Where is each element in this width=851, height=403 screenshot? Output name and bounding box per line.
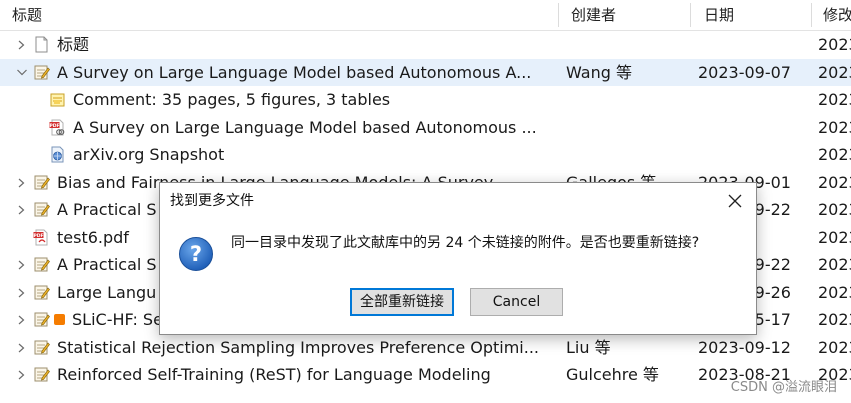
pdf-icon: PDF [33,229,50,246]
journal-article-icon [33,64,50,81]
item-row[interactable]: PDF A Survey on Large Language Model base… [0,114,851,141]
item-date [698,86,808,113]
relink-all-button[interactable]: 全部重新链接 [350,288,454,316]
expand-chevron-icon[interactable] [16,279,28,306]
item-modified: 2023 [818,145,851,164]
item-row[interactable]: Statistical Rejection Sampling Improves … [0,334,851,361]
find-more-files-dialog: 找到更多文件 ? 同一目录中发现了此文献库中的另 24 个未链接的附件。是否也要… [159,182,757,335]
item-title: arXiv.org Snapshot [73,145,225,164]
svg-text:PDF: PDF [33,233,43,239]
item-creator: Gulcehre 等 [566,365,659,384]
collapse-chevron-icon[interactable] [16,59,28,86]
journal-article-icon [33,284,50,301]
item-modified: 2023 [818,62,851,82]
dialog-body: ? 同一目录中发现了此文献库中的另 24 个未链接的附件。是否也要重新链接? 全… [160,219,756,334]
item-modified: 2023 [818,337,851,357]
column-divider[interactable] [811,3,812,27]
item-modified: 2023 [818,255,851,274]
expand-chevron-icon[interactable] [16,196,28,223]
item-row[interactable]: 标题 2023 [0,31,851,58]
column-creator[interactable]: 创建者 [571,0,616,30]
item-modified: 2023 [818,90,851,109]
expand-chevron-icon[interactable] [16,251,28,278]
item-row[interactable]: Comment: 35 pages, 5 figures, 3 tables 20… [0,86,851,113]
item-title: 标题 [57,35,90,54]
item-row[interactable]: A Survey on Large Language Model based A… [0,58,851,86]
dialog-title: 找到更多文件 [170,193,254,209]
journal-article-icon [33,256,50,273]
expand-chevron-icon[interactable] [16,334,28,361]
linked-pdf-icon: PDF [49,119,66,136]
journal-article-icon [33,366,50,383]
expand-chevron-icon[interactable] [16,306,28,333]
item-modified: 2023 [818,200,851,219]
item-creator: Wang 等 [566,62,632,82]
item-title: Reinforced Self-Training (ReST) for Lang… [57,365,491,384]
item-row[interactable]: Reinforced Self-Training (ReST) for Lang… [0,361,851,388]
item-date [698,141,808,168]
column-date[interactable]: 日期 [704,0,734,30]
question-icon: ? [178,236,214,272]
svg-text:PDF: PDF [49,123,59,129]
item-creator [566,114,684,141]
item-modified: 2023 [818,35,851,54]
web-snapshot-icon [49,146,66,163]
journal-article-icon [33,311,50,328]
column-divider[interactable] [558,3,559,27]
svg-text:?: ? [190,242,202,266]
item-creator [566,141,684,168]
orange-tag-icon [54,314,65,325]
note-icon [49,91,66,108]
item-title: Comment: 35 pages, 5 figures, 3 tables [73,90,391,109]
item-date: 2023-09-07 [698,62,791,82]
expand-chevron-icon[interactable] [16,169,28,196]
item-modified: 2023 [818,117,851,137]
journal-article-icon [33,174,50,191]
journal-article-icon [33,201,50,218]
column-modified[interactable]: 修改 [823,0,851,30]
item-modified: 2023 [818,227,851,247]
watermark: CSDN @溢流眼泪 [730,380,837,395]
item-modified: 2023 [818,310,851,329]
item-date [698,31,808,58]
expand-chevron-icon[interactable] [16,31,28,58]
journal-article-icon [33,339,50,356]
close-icon[interactable] [720,187,750,215]
column-header: 标题 创建者 日期 修改 [0,0,851,31]
expand-chevron-icon[interactable] [16,361,28,388]
item-title: A Survey on Large Language Model based A… [57,62,532,82]
document-icon [33,36,50,53]
item-row[interactable]: arXiv.org Snapshot 2023 [0,141,851,168]
item-creator [566,31,684,58]
cancel-button[interactable]: Cancel [470,288,563,316]
item-creator [566,86,684,113]
item-title: Statistical Rejection Sampling Improves … [57,337,539,357]
column-title[interactable]: 标题 [12,0,42,30]
item-date [698,114,808,141]
item-modified: 2023 [818,282,851,302]
dialog-titlebar: 找到更多文件 [160,183,756,219]
item-date: 2023-09-12 [698,337,791,357]
dialog-message: 同一目录中发现了此文献库中的另 24 个未链接的附件。是否也要重新链接? [231,235,700,251]
item-modified: 2023 [818,172,851,192]
item-title: A Survey on Large Language Model based A… [73,117,537,137]
column-divider[interactable] [690,3,691,27]
item-creator: Liu 等 [566,337,611,357]
